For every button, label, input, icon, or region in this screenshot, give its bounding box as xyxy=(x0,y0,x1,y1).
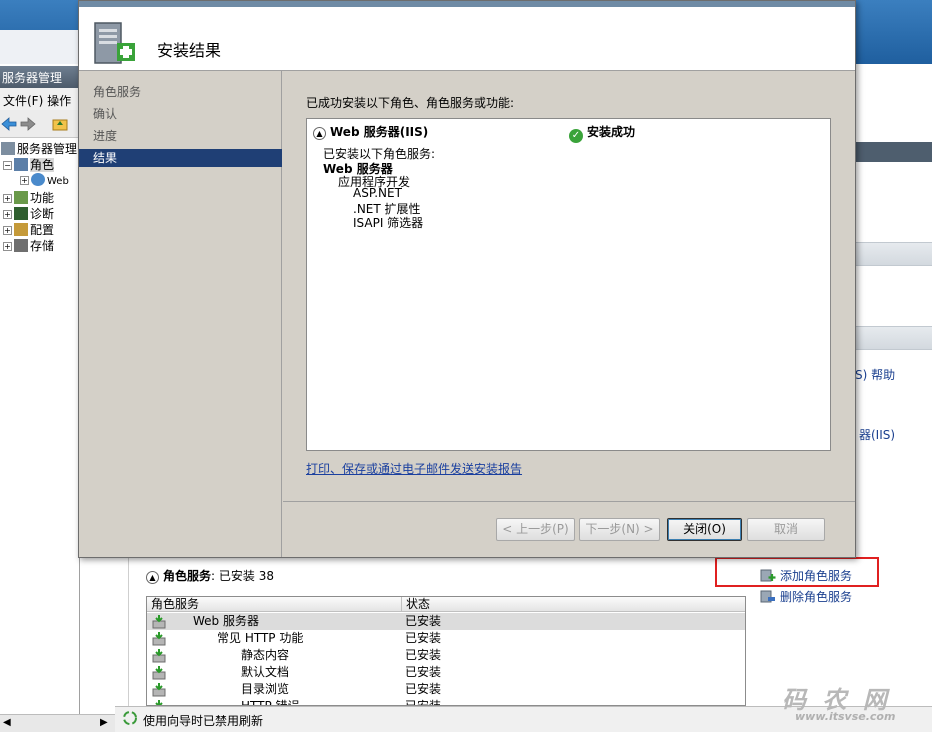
roles-icon xyxy=(14,158,28,171)
horizontal-scrollbar[interactable]: ◀ ▶ xyxy=(0,714,115,732)
wizard-header: 安装结果 xyxy=(79,7,855,71)
result-line: ISAPI 筛选器 xyxy=(353,216,424,230)
wizard-step-role-services[interactable]: 角色服务 xyxy=(79,83,282,101)
tree-item-web[interactable]: + Web xyxy=(20,173,69,187)
installed-role-icon xyxy=(152,632,166,646)
previous-button[interactable]: < 上一步(P) xyxy=(496,518,575,541)
success-check-icon: ✓ xyxy=(569,129,583,143)
next-button[interactable]: 下一步(N) > xyxy=(579,518,660,541)
table-row[interactable]: 静态内容 已安装 xyxy=(147,647,745,664)
close-button[interactable]: 关闭(O) xyxy=(667,518,742,541)
expand-icon[interactable]: + xyxy=(3,226,12,235)
remove-role-services-action[interactable]: 删除角色服务 xyxy=(760,588,852,605)
pane-section-bar xyxy=(855,326,932,350)
collapse-chevron-icon[interactable]: ▲ xyxy=(313,127,326,140)
annotation-highlight-box xyxy=(715,557,879,587)
wizard-step-confirmation[interactable]: 确认 xyxy=(79,105,282,123)
pane-header-bar xyxy=(855,142,932,162)
cancel-button[interactable]: 取消 xyxy=(747,518,825,541)
results-role-header[interactable]: ▲ Web 服务器(IIS) xyxy=(313,123,428,140)
button-bar-divider xyxy=(283,501,855,502)
features-icon xyxy=(14,191,28,204)
navigation-tree: 服务器管理 − 角色 + Web + 功能 + 诊断 + 配置 + 存储 xyxy=(0,138,80,714)
role-services-section-header[interactable]: ▲ 角色服务: 已安装 38 xyxy=(146,567,274,584)
table-row[interactable]: 默认文档 已安装 xyxy=(147,664,745,681)
configuration-icon xyxy=(14,223,28,236)
scroll-right-icon[interactable]: ▶ xyxy=(100,717,108,728)
wizard-page-title: 安装结果 xyxy=(157,41,222,60)
column-header-role-service[interactable]: 角色服务 xyxy=(147,597,402,612)
pane-section-bar xyxy=(855,242,932,266)
wizard-step-results[interactable]: 结果 xyxy=(79,149,282,167)
remove-role-services-icon xyxy=(760,590,775,603)
expand-icon[interactable]: + xyxy=(3,194,12,203)
web-server-iis-link[interactable]: 器(IIS) xyxy=(859,426,895,443)
forward-arrow-icon[interactable] xyxy=(20,117,36,131)
column-header-status[interactable]: 状态 xyxy=(402,597,745,612)
expand-icon[interactable]: + xyxy=(20,176,29,185)
installed-role-icon xyxy=(152,666,166,680)
server-icon xyxy=(1,142,15,155)
refresh-disabled-icon xyxy=(123,711,137,725)
installed-role-icon xyxy=(152,649,166,663)
table-row[interactable]: Web 服务器 已安装 xyxy=(147,613,745,630)
watermark-url: www.itsvse.com xyxy=(795,710,896,723)
tree-item-storage[interactable]: + 存储 xyxy=(3,237,54,254)
tree-item-roles[interactable]: − 角色 xyxy=(3,156,55,173)
tree-item-diagnostics[interactable]: + 诊断 xyxy=(3,205,54,222)
globe-icon xyxy=(31,173,45,186)
expand-icon[interactable]: + xyxy=(3,242,12,251)
table-row[interactable]: 常见 HTTP 功能 已安装 xyxy=(147,630,745,647)
table-row[interactable]: 目录浏览 已安装 xyxy=(147,681,745,698)
result-line: ASP.NET xyxy=(353,186,402,200)
back-arrow-icon[interactable] xyxy=(1,117,17,131)
expand-icon[interactable]: + xyxy=(3,210,12,219)
wizard-step-progress[interactable]: 进度 xyxy=(79,127,282,145)
up-folder-icon[interactable] xyxy=(52,117,68,131)
installation-report-link[interactable]: 打印、保存或通过电子邮件发送安装报告 xyxy=(306,460,522,477)
install-status: ✓ 安装成功 xyxy=(569,123,635,143)
tree-item-server-manager[interactable]: 服务器管理 xyxy=(1,140,77,157)
installed-role-icon xyxy=(152,683,166,697)
server-add-icon xyxy=(94,22,135,64)
diagnostics-icon xyxy=(14,207,28,220)
role-services-table: 角色服务 状态 Web 服务器 已安装 常见 HTTP 功能 已安装 静态内容 … xyxy=(146,596,746,706)
panel-divider xyxy=(128,558,129,706)
help-link[interactable]: S) 帮助 xyxy=(855,366,895,383)
installed-role-icon xyxy=(152,615,166,629)
tree-item-configuration[interactable]: + 配置 xyxy=(3,221,54,238)
tree-item-features[interactable]: + 功能 xyxy=(3,189,54,206)
collapse-icon[interactable]: − xyxy=(3,161,12,170)
collapse-chevron-icon[interactable]: ▲ xyxy=(146,571,159,584)
results-box: ▲ Web 服务器(IIS) ✓ 安装成功 已安装以下角色服务: Web 服务器 应… xyxy=(306,118,831,451)
add-role-services-wizard: 安装结果 角色服务 确认 进度 结果 已成功安装以下角色、角色服务或功能: ▲ W… xyxy=(78,0,856,558)
scroll-left-icon[interactable]: ◀ xyxy=(3,717,11,728)
wizard-steps-pane: 角色服务 确认 进度 结果 xyxy=(79,71,282,557)
results-intro-text: 已成功安装以下角色、角色服务或功能: xyxy=(306,96,515,110)
menu-bar[interactable]: 文件(F) 操作 xyxy=(0,88,80,110)
table-row[interactable]: HTTP 错误 已安装 xyxy=(147,698,745,705)
storage-icon xyxy=(14,239,28,252)
server-manager-titlebar: 服务器管理 xyxy=(0,66,80,88)
installed-role-icon xyxy=(155,700,163,705)
desktop-strip xyxy=(0,30,80,64)
